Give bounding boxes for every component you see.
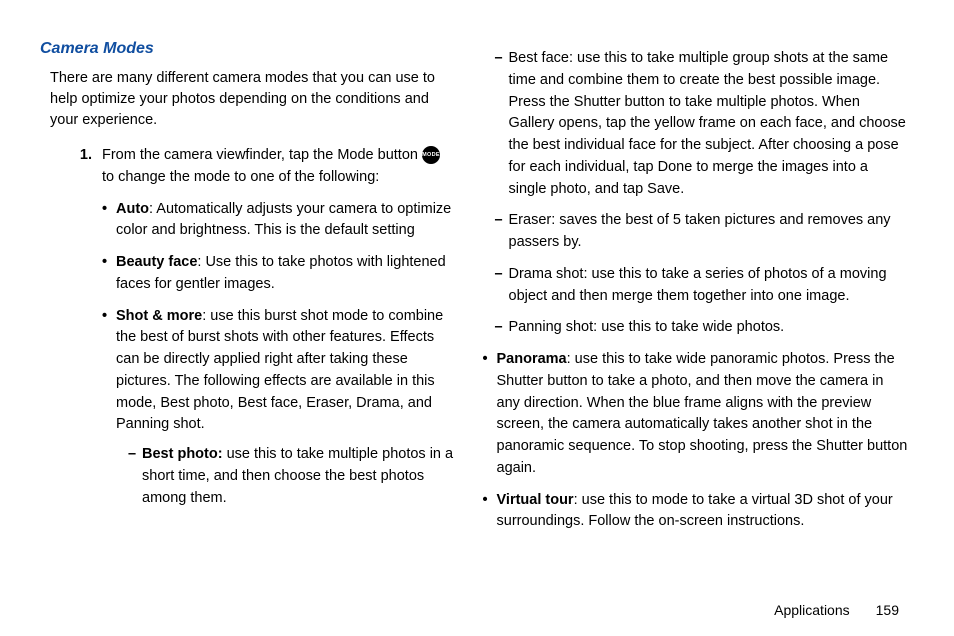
mode-term: Shot & more [116, 308, 202, 324]
mode-term: Best photo: [142, 446, 223, 462]
list-item: Shot & more: use this burst shot mode to… [102, 306, 455, 510]
mode-term: Eraser [509, 212, 552, 228]
step-1-text-a: From the camera viewfinder, tap the Mode… [102, 147, 422, 163]
mode-desc: : use this to take wide panoramic photos… [497, 351, 908, 476]
list-item: Drama shot: use this to take a series of… [495, 264, 910, 308]
footer-section: Applications [774, 602, 850, 618]
list-item: Panning shot: use this to take wide phot… [495, 317, 910, 339]
list-item: Eraser: saves the best of 5 taken pictur… [495, 210, 910, 254]
list-item: Virtual tour: use this to mode to take a… [483, 490, 910, 534]
mode-term: Panorama [497, 351, 567, 367]
list-item: Best face: use this to take multiple gro… [495, 48, 910, 200]
step-1-text-b: to change the mode to one of the followi… [102, 169, 379, 185]
mode-desc: : use this to take multiple group shots … [509, 50, 906, 197]
list-item: Auto: Automatically adjusts your camera … [102, 199, 455, 243]
list-item: Best photo: use this to take multiple ph… [128, 444, 455, 509]
mode-term: Panning shot [509, 319, 594, 335]
mode-term: Virtual tour [497, 492, 574, 508]
section-heading: Camera Modes [40, 40, 455, 58]
mode-term: Drama shot [509, 266, 584, 282]
mode-term: Beauty face [116, 254, 197, 270]
mode-desc: : use this to take wide photos. [593, 319, 784, 335]
mode-term: Best face [509, 50, 569, 66]
list-item: Beauty face: Use this to take photos wit… [102, 252, 455, 296]
intro-text: There are many different camera modes th… [50, 68, 455, 131]
mode-icon: MODE [422, 146, 440, 164]
step-1: From the camera viewfinder, tap the Mode… [96, 145, 455, 509]
mode-desc: : Automatically adjusts your camera to o… [116, 201, 451, 239]
mode-desc: : use this burst shot mode to combine th… [116, 308, 443, 433]
mode-term: Auto [116, 201, 149, 217]
list-item: Panorama: use this to take wide panorami… [483, 349, 910, 480]
footer-page-number: 159 [876, 602, 899, 618]
mode-desc: : saves the best of 5 taken pictures and… [509, 212, 891, 250]
page-footer: Applications 159 [774, 602, 899, 618]
